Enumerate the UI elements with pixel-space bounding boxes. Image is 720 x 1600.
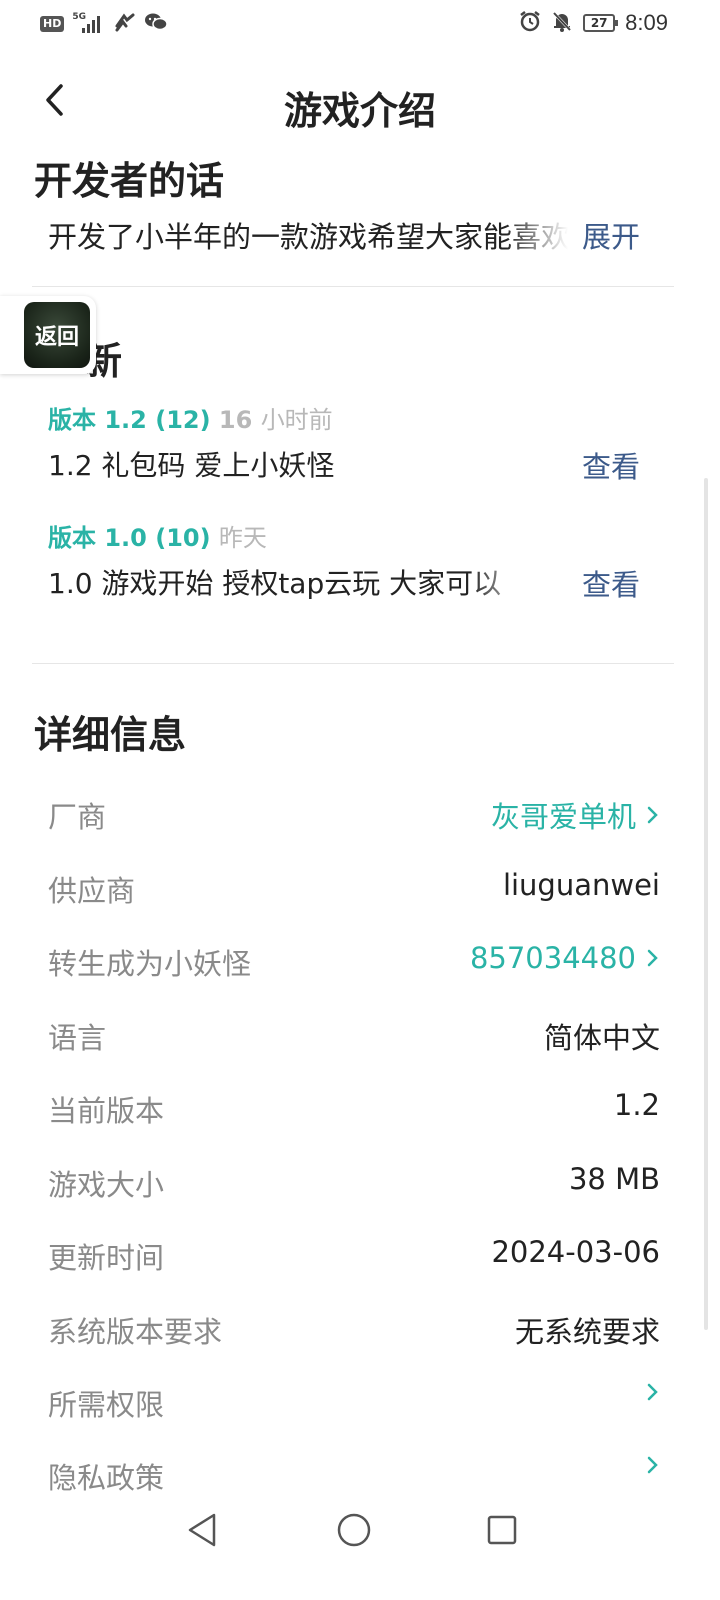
expand-button[interactable]: 展开 [582,214,640,256]
divider [32,286,674,287]
detail-row-update-time: 更新时间 2024-03-06 [48,1227,660,1277]
alarm-icon [519,10,541,36]
game-thumbnail: 返回 [24,302,90,368]
detail-value: liuguanwei [502,868,660,902]
detail-label: 转生成为小妖怪 [48,947,252,981]
detail-value[interactable] [646,1382,660,1402]
details-title: 详细信息 [34,713,187,757]
detail-label: 所需权限 [48,1388,165,1422]
chevron-right-icon [647,806,658,824]
nav-home-icon[interactable] [334,1510,374,1550]
view-version-button[interactable]: 查看 [582,562,640,604]
detail-value: 简体中文 [543,1021,660,1055]
detail-row-language: 语言 简体中文 [48,1007,660,1057]
nav-recent-icon[interactable] [482,1510,522,1550]
view-version-button[interactable]: 查看 [582,444,640,486]
status-left: HD 5G [40,12,169,36]
detail-value: 38 MB [568,1162,660,1196]
detail-row-qq-group[interactable]: 转生成为小妖怪 857034480 [48,933,660,983]
detail-label: 系统版本要求 [48,1315,223,1349]
version-time-unit: 小时前 [260,406,333,434]
detail-label: 当前版本 [48,1094,165,1128]
detail-label: 游戏大小 [48,1168,165,1202]
nav-back-icon[interactable] [182,1510,222,1550]
developer-note-text: 开发了小半年的一款游戏希望大家能喜欢 [48,220,568,254]
version-header: 版本 1.2 (12) 16 小时前 [48,400,333,435]
version-number: 版本 1.0 (10) [48,524,211,552]
status-bar: HD 5G 27 8:09 [0,0,720,48]
detail-row-permissions[interactable]: 所需权限 [48,1374,660,1424]
status-right: 27 8:09 [519,10,668,36]
detail-row-size: 游戏大小 38 MB [48,1154,660,1204]
detail-value: 1.2 [613,1088,660,1122]
clock: 8:09 [625,10,668,35]
version-description: 1.2 礼包码 爱上小妖怪 [48,449,335,482]
wechat-icon [144,12,169,36]
scrollbar[interactable] [704,478,708,1330]
detail-value[interactable] [646,1455,660,1475]
detail-label: 隐私政策 [48,1461,165,1495]
detail-value: 无系统要求 [514,1315,660,1349]
developer-note-title: 开发者的话 [34,159,225,203]
vendor-link[interactable]: 灰哥爱单机 [491,794,636,836]
chevron-right-icon [647,949,658,967]
page-title: 游戏介绍 [283,89,436,133]
detail-label: 供应商 [48,874,136,908]
detail-row-vendor[interactable]: 厂商 灰哥爱单机 [48,786,660,836]
detail-value: 2024-03-06 [491,1235,660,1269]
version-header: 版本 1.0 (10) 昨天 [48,518,267,553]
mute-notification-icon [551,10,573,36]
hd-badge: HD [40,16,65,32]
detail-label: 语言 [48,1021,107,1055]
version-time-number: 16 [218,406,253,434]
version-description: 1.0 游戏开始 授权tap云玩 大家可以 [48,567,502,600]
group-number-link[interactable]: 857034480 [470,941,636,975]
detail-row-privacy-policy[interactable]: 隐私政策 [48,1447,660,1497]
return-label: 返回 [34,325,79,350]
battery-level: 27 [590,16,608,30]
detail-label: 更新时间 [48,1241,165,1275]
hotspot-icon [114,12,136,36]
divider [32,663,674,664]
detail-value[interactable]: 857034480 [470,941,660,975]
detail-row-supplier: 供应商 liuguanwei [48,860,660,910]
title-bar: 游戏介绍 [0,60,720,144]
floating-return-button[interactable]: 返回 [0,296,96,374]
signal-5g-icon: 5G [72,12,106,35]
detail-row-system-requirement: 系统版本要求 无系统要求 [48,1301,660,1351]
detail-row-version: 当前版本 1.2 [48,1080,660,1130]
system-nav-bar [0,1500,720,1560]
version-number: 版本 1.2 (12) [48,406,211,434]
chevron-right-icon [647,1456,658,1474]
detail-value[interactable]: 灰哥爱单机 [491,794,660,836]
chevron-right-icon [647,1383,658,1401]
battery-icon: 27 [583,14,619,32]
version-time-unit: 昨天 [218,524,267,552]
detail-label: 厂商 [48,800,107,834]
